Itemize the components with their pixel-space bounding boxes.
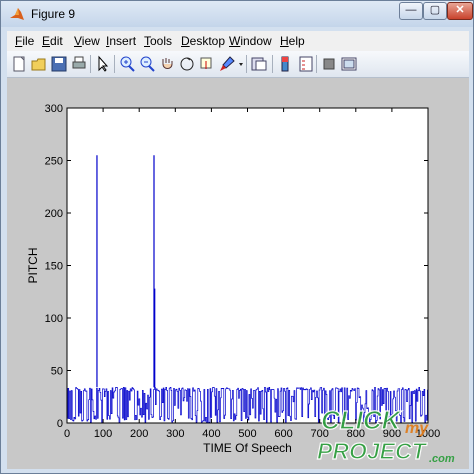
menu-label-rest: dit (50, 34, 63, 48)
x-tick-label: 100 (94, 428, 112, 440)
y-tick-label: 50 (51, 366, 63, 378)
menu-mnemonic: E (42, 34, 51, 48)
menu-label-rest: indow (240, 34, 272, 48)
clickmyproject-watermark: CLICK my PROJECT .com (316, 404, 455, 465)
y-axis-label: PITCH (26, 248, 40, 284)
watermark-line4: .com (429, 453, 455, 465)
menu-label-rest: nsert (109, 34, 137, 48)
window-title: Figure 9 (31, 7, 76, 21)
pan-hand-icon[interactable] (158, 55, 176, 73)
menu-view[interactable]: View (74, 34, 100, 48)
menu-label-rest: iew (81, 34, 100, 48)
x-axis-label: TIME Of Speech (203, 441, 292, 455)
insert-legend-icon[interactable] (297, 55, 315, 73)
y-tick-label: 0 (57, 418, 63, 430)
insert-colorbar-icon[interactable] (276, 55, 294, 73)
y-tick-label: 100 (45, 313, 63, 325)
new-figure-icon[interactable] (10, 55, 28, 73)
toolbar-separator (272, 55, 273, 73)
menu-label-rest: elp (288, 34, 305, 48)
toolbar-separator (114, 55, 115, 73)
y-tick-label: 200 (45, 208, 63, 220)
y-tick-label: 250 (45, 156, 63, 168)
x-tick-label: 200 (130, 428, 148, 440)
menu-label-rest: ile (22, 34, 35, 48)
menu-insert[interactable]: Insert (106, 34, 136, 48)
edit-plot-arrow-icon[interactable] (94, 55, 112, 73)
menu-tools[interactable]: Tools (144, 34, 172, 48)
watermark-line3: PROJECT (317, 438, 428, 464)
zoom-in-icon[interactable] (118, 55, 136, 73)
x-tick-label: 0 (64, 428, 70, 440)
open-file-icon[interactable] (30, 55, 48, 73)
link-plot-icon[interactable] (250, 55, 268, 73)
menu-mnemonic: H (280, 34, 289, 48)
menu-edit[interactable]: Edit (42, 34, 63, 48)
show-plot-tools-icon[interactable] (340, 55, 358, 73)
minimize-button[interactable]: — (399, 2, 423, 20)
menu-mnemonic: V (74, 34, 82, 48)
close-button[interactable]: ✕ (447, 2, 473, 20)
y-tick-label: 300 (45, 103, 63, 115)
menu-label-rest: ools (150, 34, 173, 48)
data-cursor-icon[interactable] (198, 55, 216, 73)
toolbar-separator (90, 55, 91, 73)
menu-label-rest: esktop (189, 34, 226, 48)
x-tick-label: 400 (202, 428, 220, 440)
menu-mnemonic: W (229, 34, 241, 48)
save-icon[interactable] (50, 55, 68, 73)
hide-plot-tools-icon[interactable] (320, 55, 338, 73)
x-tick-label: 300 (166, 428, 184, 440)
watermark-line2: my (405, 420, 429, 437)
toolbar-separator (316, 55, 317, 73)
x-tick-label: 500 (238, 428, 256, 440)
zoom-out-icon[interactable] (138, 55, 156, 73)
rotate-3d-icon[interactable] (178, 55, 196, 73)
menu-file[interactable]: File (15, 34, 34, 48)
brush-icon[interactable] (218, 55, 236, 73)
menu-mnemonic: D (181, 34, 190, 48)
y-tick-label: 150 (45, 261, 63, 273)
menu-help[interactable]: Help (280, 34, 305, 48)
matlab-logo-icon (10, 8, 24, 20)
x-tick-label: 600 (274, 428, 292, 440)
figure-window: Figure 9 — ▢ ✕ File Edit View Insert Tools De… (0, 0, 474, 474)
menu-bar: File Edit View Insert Tools Desktop Window Help (7, 31, 469, 51)
menu-desktop[interactable]: Desktop (181, 34, 225, 48)
plot-area (66, 107, 429, 424)
watermark-line1: CLICK (321, 405, 403, 435)
maximize-button[interactable]: ▢ (423, 2, 447, 20)
print-icon[interactable] (70, 55, 88, 73)
title-bar[interactable]: Figure 9 — ▢ ✕ (1, 1, 473, 27)
figure-toolbar (7, 51, 469, 78)
menu-window[interactable]: Window (229, 34, 272, 48)
